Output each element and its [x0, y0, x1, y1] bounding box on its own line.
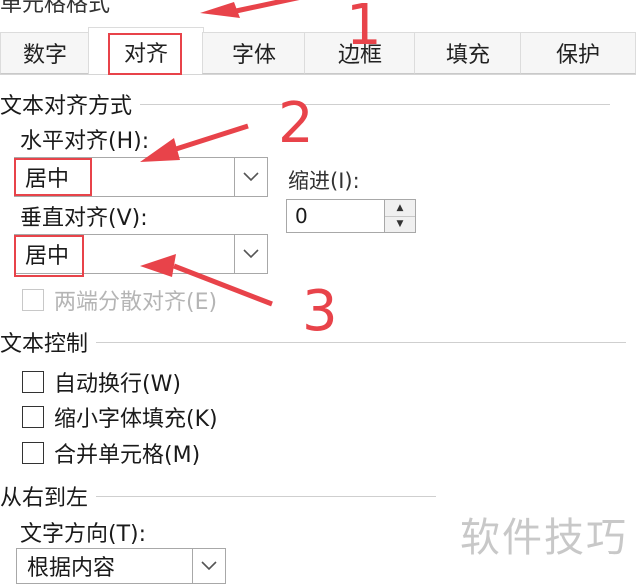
- tab-fill[interactable]: 填充: [414, 32, 522, 74]
- merge-cells-label: 合并单元格(M): [54, 443, 201, 468]
- step-number: 2: [278, 91, 314, 156]
- step-number: 1: [346, 0, 382, 58]
- group-divider: [96, 495, 437, 497]
- wrap-text-label: 自动换行(W): [54, 372, 181, 397]
- indent-label: 缩进(I):: [288, 169, 360, 193]
- indent-value: 0: [295, 204, 308, 228]
- group-divider: [96, 341, 627, 343]
- checkbox-box[interactable]: [22, 442, 44, 464]
- distributed-checkbox[interactable]: 两端分散对齐(E): [22, 284, 217, 316]
- horizontal-align-label: 水平对齐(H):: [20, 129, 150, 154]
- spinner-up-icon[interactable]: ▲: [385, 200, 415, 216]
- tab-panel-border: [0, 74, 636, 75]
- tab-font[interactable]: 字体: [202, 32, 306, 74]
- chevron-down-icon[interactable]: [234, 235, 267, 273]
- arrow-shaft: [235, 0, 300, 14]
- tab-protection[interactable]: 保护: [520, 32, 636, 74]
- arrow-shaft: [175, 123, 249, 152]
- shrink-to-fit-label: 缩小字体填充(K): [54, 407, 218, 432]
- indent-spinner[interactable]: 0 ▲ ▼: [286, 199, 416, 233]
- checkbox-box[interactable]: [22, 371, 44, 393]
- shrink-to-fit-checkbox[interactable]: 缩小字体填充(K): [22, 401, 218, 433]
- group-title: 文本控制: [0, 332, 89, 357]
- checkbox-box[interactable]: [22, 406, 44, 428]
- arrow-head: [200, 2, 240, 18]
- vertical-align-label: 垂直对齐(V):: [20, 206, 148, 231]
- group-title: 文本对齐方式: [0, 94, 133, 119]
- chevron-down-icon[interactable]: [234, 158, 267, 196]
- distributed-label: 两端分散对齐(E): [54, 290, 218, 315]
- highlight-vertical-value: [14, 235, 84, 277]
- tab-number[interactable]: 数字: [0, 32, 90, 74]
- text-direction-label: 文字方向(T):: [20, 522, 147, 547]
- group-header-rtl: 从右到左: [0, 480, 437, 512]
- highlight-horizontal-value: [14, 158, 92, 196]
- watermark: 软件技巧: [460, 515, 628, 561]
- step-number: 3: [302, 279, 338, 344]
- merge-cells-checkbox[interactable]: 合并单元格(M): [22, 437, 200, 469]
- spinner-down-icon[interactable]: ▼: [385, 215, 415, 232]
- checkbox-box[interactable]: [22, 289, 44, 311]
- group-divider: [140, 103, 611, 105]
- highlight-alignment-tab: [108, 33, 182, 75]
- text-direction-value: 根据内容: [27, 556, 116, 581]
- group-title: 从右到左: [0, 486, 89, 511]
- chevron-down-icon[interactable]: [192, 549, 225, 583]
- wrap-text-checkbox[interactable]: 自动换行(W): [22, 366, 181, 398]
- text-direction-select[interactable]: 根据内容: [16, 548, 226, 584]
- dialog-title: 单元格格式: [0, 0, 111, 17]
